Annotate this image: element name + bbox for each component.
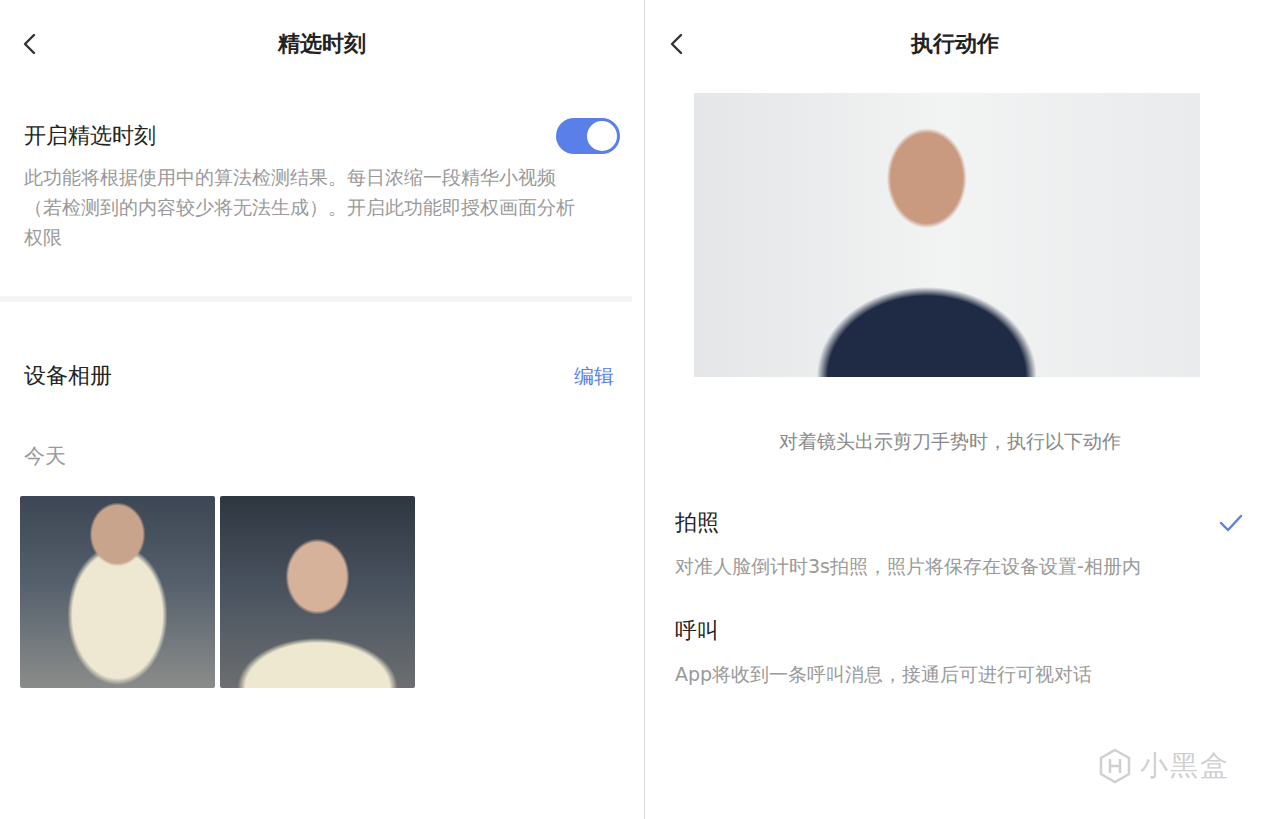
- gesture-photo: [694, 93, 1200, 377]
- header: 执行动作: [645, 0, 1264, 94]
- action-item[interactable]: 呼叫 App将收到一条呼叫消息，接通后可进行可视对话: [675, 615, 1246, 689]
- check-slot: [1216, 507, 1246, 539]
- toggle-description: 此功能将根据使用中的算法检测结果。每日浓缩一段精华小视频（若检测到的内容较少将无…: [24, 162, 620, 252]
- action-label: 拍照: [675, 507, 1141, 539]
- watermark-logo-icon: [1098, 748, 1132, 784]
- right-panel: 执行动作 对着镜头出示剪刀手势时，执行以下动作 拍照 对准人脸倒计时3s拍照，照…: [645, 0, 1264, 819]
- back-arrow-icon[interactable]: [667, 32, 687, 56]
- toggle-section: 开启精选时刻 此功能将根据使用中的算法检测结果。每日浓缩一段精华小视频（若检测到…: [0, 94, 644, 252]
- watermark-text: 小黑盒: [1140, 747, 1230, 785]
- toggle-switch[interactable]: [556, 118, 620, 154]
- toggle-row: 开启精选时刻: [24, 116, 620, 156]
- album-title: 设备相册: [24, 360, 112, 392]
- hero-wrap: [645, 93, 1264, 377]
- prompt-text: 对着镜头出示剪刀手势时，执行以下动作: [645, 427, 1264, 455]
- section-divider: [0, 296, 632, 302]
- action-description: 对准人脸倒计时3s拍照，照片将保存在设备设置-相册内: [675, 551, 1141, 581]
- album-header: 设备相册 编辑: [0, 302, 644, 396]
- photo-thumbnail[interactable]: [20, 496, 215, 688]
- photo-grid: [0, 472, 644, 688]
- action-description: App将收到一条呼叫消息，接通后可进行可视对话: [675, 659, 1092, 689]
- action-text: 呼叫 App将收到一条呼叫消息，接通后可进行可视对话: [675, 615, 1092, 689]
- watermark: 小黑盒: [1098, 747, 1230, 785]
- check-icon: [1218, 512, 1244, 534]
- toggle-label: 开启精选时刻: [24, 120, 156, 152]
- photo-thumbnail[interactable]: [220, 496, 415, 688]
- screen: 精选时刻 开启精选时刻 此功能将根据使用中的算法检测结果。每日浓缩一段精华小视频…: [0, 0, 1264, 819]
- header: 精选时刻: [0, 0, 644, 94]
- back-arrow-icon[interactable]: [20, 32, 40, 56]
- action-item[interactable]: 拍照 对准人脸倒计时3s拍照，照片将保存在设备设置-相册内: [675, 507, 1246, 581]
- page-title: 执行动作: [705, 29, 1204, 59]
- left-panel: 精选时刻 开启精选时刻 此功能将根据使用中的算法检测结果。每日浓缩一段精华小视频…: [0, 0, 644, 819]
- action-list: 拍照 对准人脸倒计时3s拍照，照片将保存在设备设置-相册内 呼叫 App将收到一…: [645, 455, 1264, 689]
- action-text: 拍照 对准人脸倒计时3s拍照，照片将保存在设备设置-相册内: [675, 507, 1141, 581]
- date-group: 今天: [0, 396, 644, 472]
- panel-divider: [644, 0, 645, 819]
- action-label: 呼叫: [675, 615, 1092, 647]
- page-title: 精选时刻: [60, 29, 584, 59]
- switch-knob: [587, 121, 617, 151]
- check-slot: [1216, 615, 1246, 647]
- edit-button[interactable]: 编辑: [574, 363, 614, 390]
